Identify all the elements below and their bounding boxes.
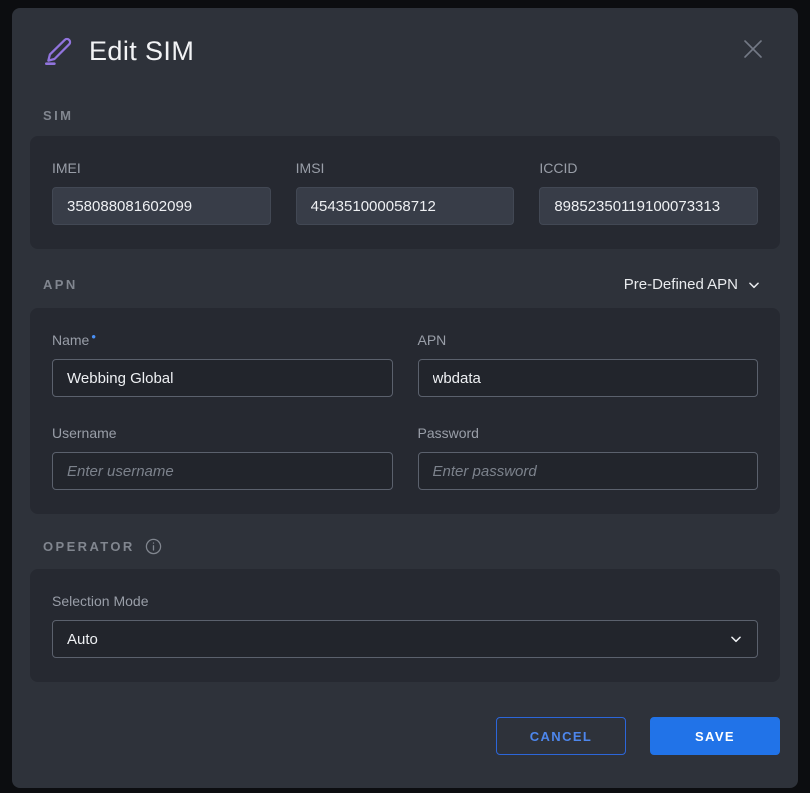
apn-password-label: Password	[418, 425, 759, 441]
operator-header-row: OPERATOR	[43, 538, 780, 555]
apn-username-label: Username	[52, 425, 393, 441]
apn-section-header: APN	[43, 277, 78, 292]
selection-mode-label: Selection Mode	[52, 593, 758, 609]
apn-apn-input[interactable]	[418, 359, 759, 397]
iccid-field-group: ICCID	[539, 160, 758, 225]
iccid-label: ICCID	[539, 160, 758, 176]
apn-panel: Name• APN Username Password	[30, 308, 780, 514]
save-button[interactable]: SAVE	[650, 717, 780, 755]
apn-type-select-value: Pre-Defined APN	[624, 276, 738, 293]
apn-apn-label: APN	[418, 332, 759, 348]
close-icon[interactable]	[738, 34, 768, 64]
apn-header-row: APN Pre-Defined APN	[43, 275, 767, 294]
required-indicator: •	[91, 329, 96, 344]
cancel-button[interactable]: CANCEL	[496, 717, 626, 755]
apn-password-field-group: Password	[418, 425, 759, 490]
edit-sim-modal: Edit SIM SIM IMEI IMSI ICCID	[12, 8, 798, 788]
chevron-down-icon	[747, 278, 761, 292]
info-circle-icon[interactable]	[145, 538, 162, 555]
apn-name-input[interactable]	[52, 359, 393, 397]
operator-section-header: OPERATOR	[43, 539, 135, 554]
apn-apn-field-group: APN	[418, 332, 759, 397]
apn-password-input[interactable]	[418, 452, 759, 490]
apn-name-label-text: Name	[52, 332, 89, 348]
apn-username-input[interactable]	[52, 452, 393, 490]
imsi-label: IMSI	[296, 160, 515, 176]
apn-username-field-group: Username	[52, 425, 393, 490]
imsi-input[interactable]	[296, 187, 515, 225]
modal-footer: CANCEL SAVE	[30, 717, 780, 755]
imei-label: IMEI	[52, 160, 271, 176]
selection-mode-select[interactable]: Auto	[52, 620, 758, 658]
apn-name-field-group: Name•	[52, 332, 393, 397]
iccid-input[interactable]	[539, 187, 758, 225]
modal-header: Edit SIM	[30, 32, 780, 70]
apn-type-select[interactable]: Pre-Defined APN	[618, 275, 767, 294]
imei-field-group: IMEI	[52, 160, 271, 225]
sim-section-header: SIM	[43, 108, 780, 123]
chevron-down-icon	[729, 632, 743, 646]
pencil-edit-icon	[43, 35, 75, 67]
selection-mode-field-group: Selection Mode Auto	[52, 593, 758, 658]
modal-title: Edit SIM	[89, 36, 194, 67]
apn-name-label: Name•	[52, 332, 393, 348]
imsi-field-group: IMSI	[296, 160, 515, 225]
operator-panel: Selection Mode Auto	[30, 569, 780, 682]
sim-panel: IMEI IMSI ICCID	[30, 136, 780, 249]
selection-mode-value: Auto	[67, 631, 98, 648]
imei-input[interactable]	[52, 187, 271, 225]
